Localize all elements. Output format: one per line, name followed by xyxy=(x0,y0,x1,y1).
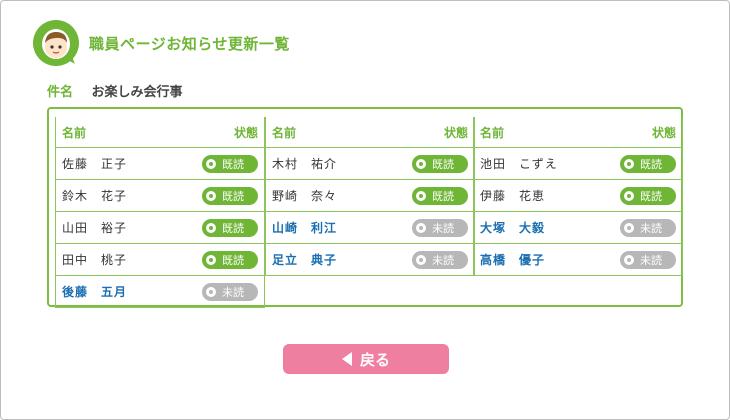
read-status-badge: 既読 xyxy=(620,154,676,173)
column-header: 名前 状態 xyxy=(266,117,474,148)
staff-name: 木村 祐介 xyxy=(272,157,338,171)
name-header: 名前 xyxy=(272,125,297,140)
status-dot-icon xyxy=(206,222,216,233)
read-status-badge: 既読 xyxy=(620,186,676,205)
staff-name: 佐藤 正子 xyxy=(62,157,128,171)
table-row: 大塚 大毅 未読 xyxy=(474,212,682,244)
status-dot-icon xyxy=(206,190,216,201)
staff-name: 伊藤 花恵 xyxy=(480,189,546,203)
table-row: 佐藤 正子 既読 xyxy=(56,148,264,180)
status-column: 名前 状態 池田 こずえ 既読 伊藤 花恵 既読 大塚 大毅 未読 高橋 優子 未読 xyxy=(473,117,683,276)
avatar xyxy=(33,20,81,68)
unread-status-badge: 未読 xyxy=(620,250,676,269)
table-row: 鈴木 花子 既読 xyxy=(56,180,264,212)
staff-name: 山田 裕子 xyxy=(62,221,128,235)
staff-name: 田中 桃子 xyxy=(62,253,128,267)
table-row: 伊藤 花恵 既読 xyxy=(474,180,682,212)
unread-status-badge: 未読 xyxy=(202,282,258,301)
table-row: 木村 祐介 既読 xyxy=(266,148,474,180)
page-header: 職員ページお知らせ更新一覧 xyxy=(33,19,290,68)
read-status-badge: 既読 xyxy=(412,154,468,173)
read-status-badge: 既読 xyxy=(412,186,468,205)
staff-face-icon xyxy=(42,29,70,59)
read-status-badge: 既読 xyxy=(202,250,258,269)
table-row: 後藤 五月 未読 xyxy=(56,276,264,308)
status-header: 状態 xyxy=(651,125,676,140)
status-dot-icon xyxy=(206,254,216,265)
status-dot-icon xyxy=(624,158,634,169)
status-label: 未読 xyxy=(222,285,244,299)
read-status-table: 名前 状態 佐藤 正子 既読 鈴木 花子 既読 山田 裕子 既読 田中 桃子 既読 後藤 五月 未読名… xyxy=(47,107,683,308)
status-dot-icon xyxy=(624,190,634,201)
read-status-badge: 既読 xyxy=(202,154,258,173)
status-label: 未読 xyxy=(432,253,454,267)
page-frame: 職員ページお知らせ更新一覧 件名 お楽しみ会行事 名前 状態 佐藤 正子 既読 鈴木 花… xyxy=(0,0,730,420)
status-dot-icon xyxy=(206,286,216,297)
status-label: 未読 xyxy=(640,221,662,235)
staff-name: 池田 こずえ xyxy=(480,157,558,171)
table-row: 山田 裕子 既読 xyxy=(56,212,264,244)
name-header: 名前 xyxy=(480,125,505,140)
column-header: 名前 状態 xyxy=(474,117,682,148)
staff-name[interactable]: 足立 典子 xyxy=(272,251,337,268)
subject-value: お楽しみ会行事 xyxy=(91,85,183,100)
unread-status-badge: 未読 xyxy=(412,250,468,269)
status-label: 既読 xyxy=(432,189,454,203)
table-row: 山崎 利江 未読 xyxy=(266,212,474,244)
staff-name[interactable]: 大塚 大毅 xyxy=(480,219,545,236)
status-dot-icon xyxy=(416,222,426,233)
back-arrow-icon xyxy=(341,352,352,366)
subject-line: 件名 お楽しみ会行事 xyxy=(47,81,183,100)
staff-name: 鈴木 花子 xyxy=(62,189,128,203)
staff-name[interactable]: 後藤 五月 xyxy=(62,283,127,300)
table-row: 池田 こずえ 既読 xyxy=(474,148,682,180)
back-button[interactable]: 戻る xyxy=(283,344,449,374)
status-label: 既読 xyxy=(432,157,454,171)
status-header: 状態 xyxy=(233,125,258,140)
back-button-label: 戻る xyxy=(359,350,390,369)
table-row: 野崎 奈々 既読 xyxy=(266,180,474,212)
status-dot-icon xyxy=(206,158,216,169)
page-title: 職員ページお知らせ更新一覧 xyxy=(89,34,290,53)
status-column: 名前 状態 佐藤 正子 既読 鈴木 花子 既読 山田 裕子 既読 田中 桃子 既読 後藤 五月 未読 xyxy=(55,117,265,308)
table-row: 足立 典子 未読 xyxy=(266,244,474,276)
status-label: 未読 xyxy=(640,253,662,267)
unread-status-badge: 未読 xyxy=(412,218,468,237)
status-dot-icon xyxy=(624,254,634,265)
read-status-badge: 既読 xyxy=(202,186,258,205)
table-row: 田中 桃子 既読 xyxy=(56,244,264,276)
status-dot-icon xyxy=(416,158,426,169)
status-label: 既読 xyxy=(222,189,244,203)
staff-name[interactable]: 山崎 利江 xyxy=(272,219,337,236)
status-header: 状態 xyxy=(443,125,468,140)
status-label: 既読 xyxy=(222,157,244,171)
status-label: 既読 xyxy=(222,253,244,267)
status-dot-icon xyxy=(416,254,426,265)
status-dot-icon xyxy=(624,222,634,233)
status-label: 既読 xyxy=(640,189,662,203)
status-column: 名前 状態 木村 祐介 既読 野崎 奈々 既読 山崎 利江 未読 足立 典子 未読 xyxy=(265,117,475,276)
status-label: 未読 xyxy=(432,221,454,235)
name-header: 名前 xyxy=(62,125,87,140)
column-header: 名前 状態 xyxy=(56,117,264,148)
status-dot-icon xyxy=(416,190,426,201)
staff-name: 野崎 奈々 xyxy=(272,189,338,203)
staff-name[interactable]: 高橋 優子 xyxy=(480,251,545,268)
status-label: 既読 xyxy=(640,157,662,171)
read-status-badge: 既読 xyxy=(202,218,258,237)
subject-label: 件名 xyxy=(47,85,74,100)
unread-status-badge: 未読 xyxy=(620,218,676,237)
table-row: 高橋 優子 未読 xyxy=(474,244,682,276)
status-label: 既読 xyxy=(222,221,244,235)
